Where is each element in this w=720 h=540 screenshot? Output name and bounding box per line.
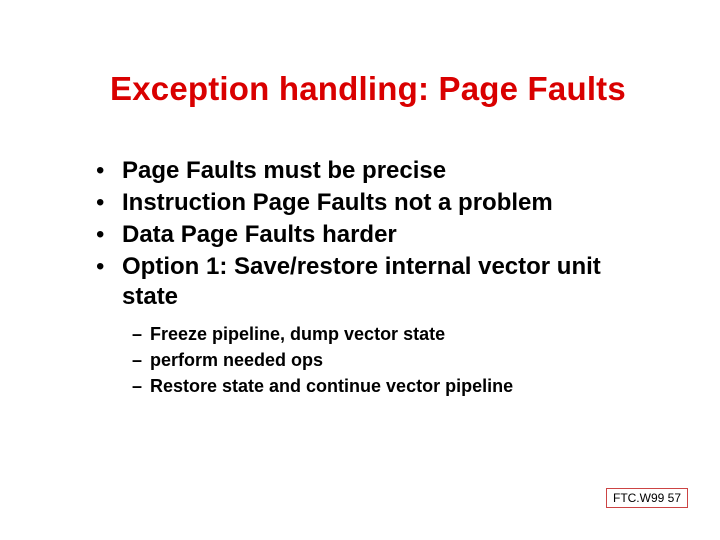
dash-icon: – xyxy=(132,348,150,372)
bullet-text: Instruction Page Faults not a problem xyxy=(122,188,553,218)
list-item: • Instruction Page Faults not a problem xyxy=(96,188,660,218)
sub-bullet-text: Freeze pipeline, dump vector state xyxy=(150,322,445,346)
bullet-text: Page Faults must be precise xyxy=(122,156,446,186)
footer-label: FTC.W99 57 xyxy=(606,488,688,508)
bullet-text: Data Page Faults harder xyxy=(122,220,397,250)
bullet-icon: • xyxy=(96,252,122,282)
slide-title: Exception handling: Page Faults xyxy=(110,70,660,108)
bullet-list: • Page Faults must be precise • Instruct… xyxy=(96,156,660,312)
bullet-icon: • xyxy=(96,156,122,186)
sub-bullet-text: perform needed ops xyxy=(150,348,323,372)
list-item: – Restore state and continue vector pipe… xyxy=(132,374,660,398)
list-item: • Page Faults must be precise xyxy=(96,156,660,186)
list-item: • Option 1: Save/restore internal vector… xyxy=(96,252,660,312)
dash-icon: – xyxy=(132,322,150,346)
list-item: – Freeze pipeline, dump vector state xyxy=(132,322,660,346)
list-item: – perform needed ops xyxy=(132,348,660,372)
bullet-icon: • xyxy=(96,220,122,250)
sub-bullet-text: Restore state and continue vector pipeli… xyxy=(150,374,513,398)
dash-icon: – xyxy=(132,374,150,398)
list-item: • Data Page Faults harder xyxy=(96,220,660,250)
slide: Exception handling: Page Faults • Page F… xyxy=(0,0,720,540)
bullet-text: Option 1: Save/restore internal vector u… xyxy=(122,252,660,312)
bullet-icon: • xyxy=(96,188,122,218)
sub-bullet-list: – Freeze pipeline, dump vector state – p… xyxy=(132,322,660,398)
